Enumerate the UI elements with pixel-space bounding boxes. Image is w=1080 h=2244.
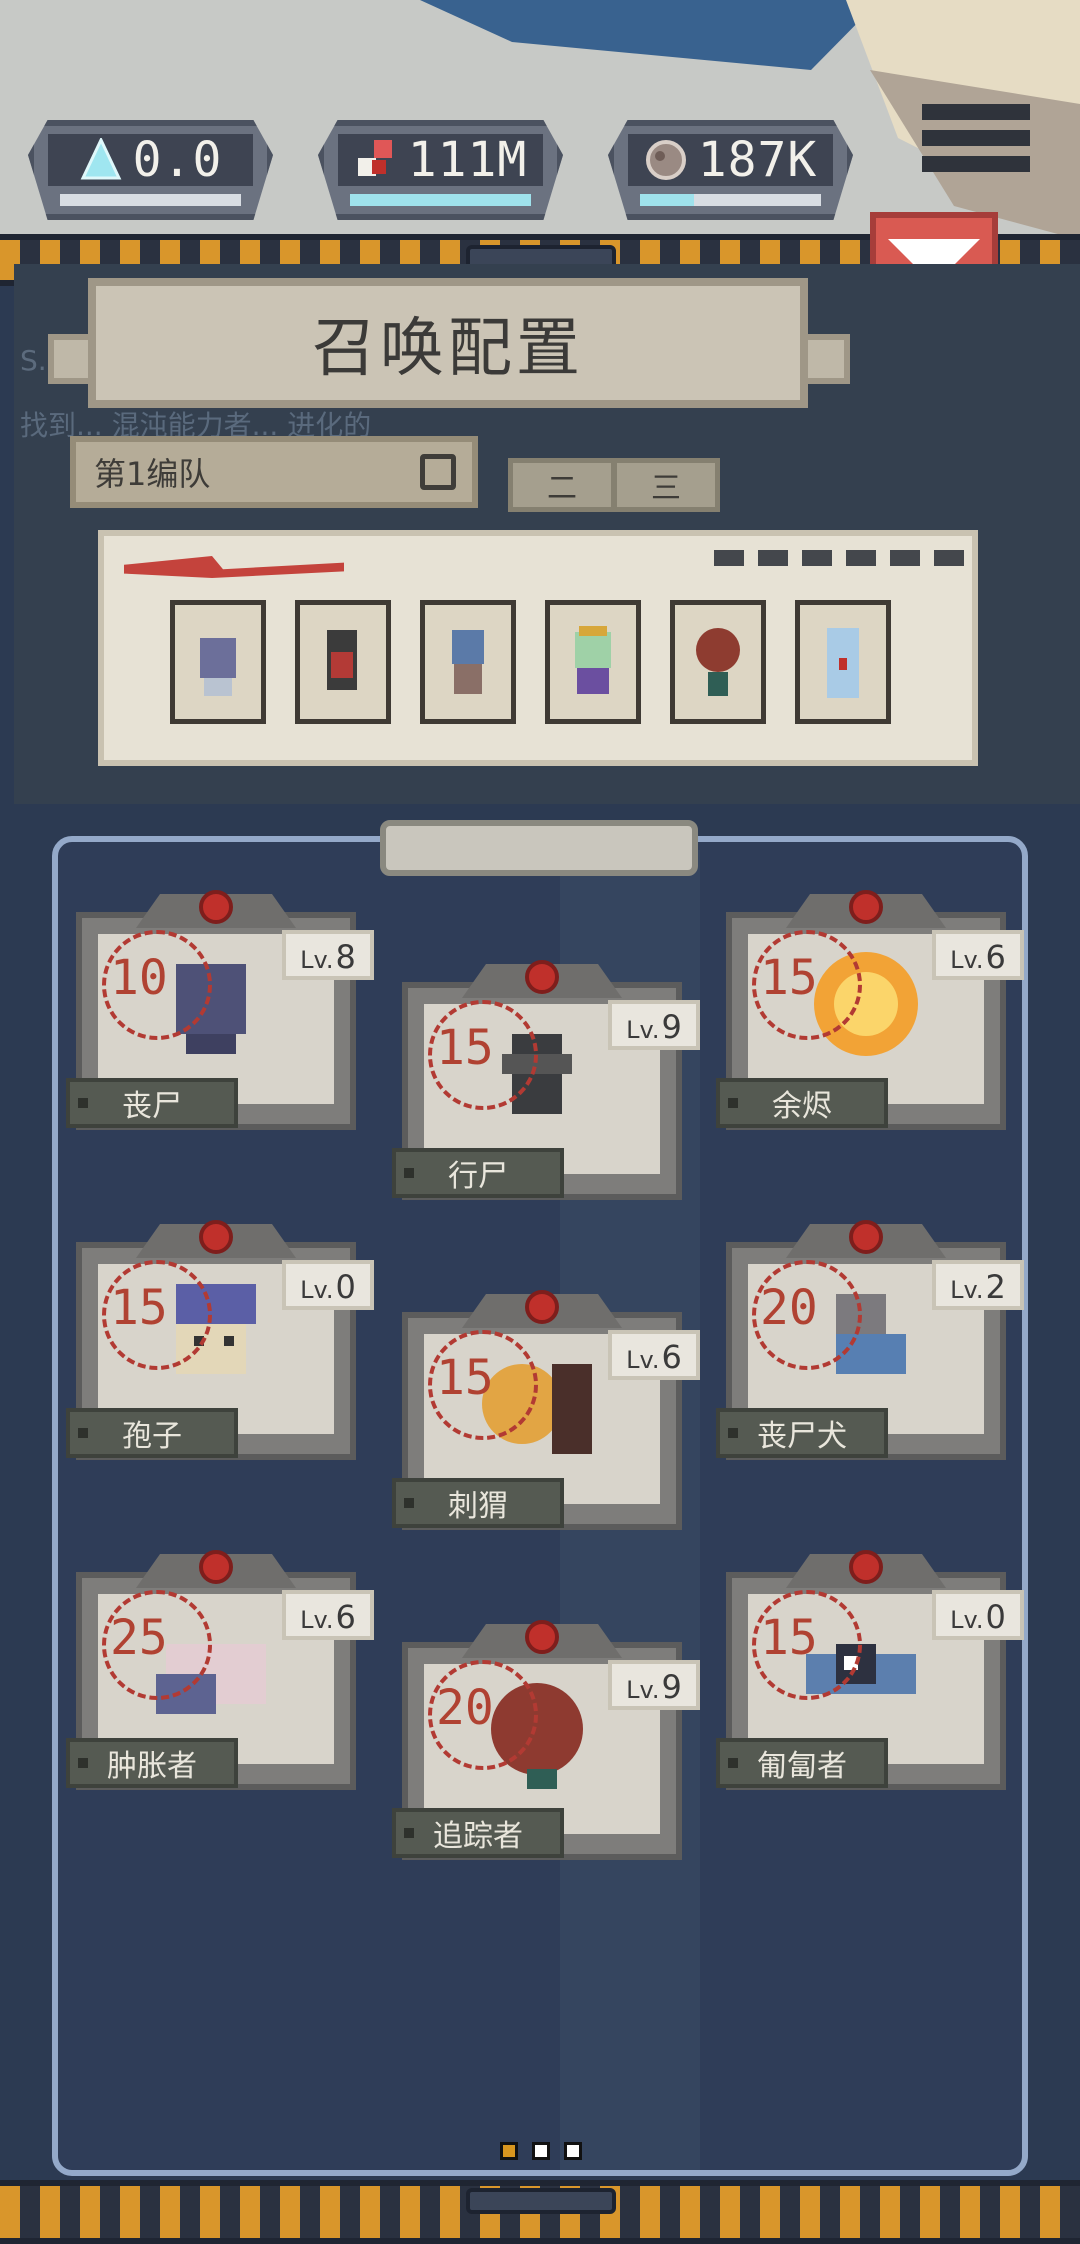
title-plate: 召唤配置 <box>88 278 808 408</box>
unit-cost: 20 <box>436 1680 494 1736</box>
blood-bar <box>350 194 531 206</box>
formation-dots <box>714 550 964 566</box>
team-tab-2[interactable]: 二 <box>508 458 616 512</box>
unit-level: Lv. 6 <box>932 930 1024 980</box>
unit-level: Lv. 9 <box>608 1660 700 1710</box>
page-indicator[interactable] <box>500 2142 582 2160</box>
unit-level: Lv. 8 <box>282 930 374 980</box>
unit-level: Lv. 2 <box>932 1260 1024 1310</box>
unit-level: Lv. 6 <box>608 1330 700 1380</box>
formation-slot[interactable] <box>670 600 766 724</box>
unit-card[interactable]: 15 Lv. 0 孢子 <box>66 1220 374 1460</box>
unit-card[interactable]: 10 Lv. 8 丧尸 <box>66 890 374 1130</box>
gem-icon <box>199 1550 233 1584</box>
unit-card[interactable]: 20 Lv. 9 追踪者 <box>392 1620 700 1860</box>
unit-name: 丧尸犬 <box>716 1408 888 1458</box>
page-dot[interactable] <box>532 2142 550 2160</box>
formation-slot[interactable] <box>170 600 266 724</box>
gem-icon <box>199 1220 233 1254</box>
formation-slot[interactable] <box>295 600 391 724</box>
unit-card[interactable]: 20 Lv. 2 丧尸犬 <box>716 1220 1024 1460</box>
page-dot[interactable] <box>500 2142 518 2160</box>
crystal-value: 0.0 <box>132 132 223 188</box>
unit-card[interactable]: 15 Lv. 6 余烬 <box>716 890 1024 1130</box>
unit-level: Lv. 0 <box>282 1260 374 1310</box>
unit-level: Lv. 0 <box>932 1590 1024 1640</box>
flesh-bar <box>640 194 821 206</box>
gem-icon <box>849 1220 883 1254</box>
red-decoration <box>124 556 344 578</box>
team-tab-3[interactable]: 三 <box>612 458 720 512</box>
unit-name: 行尸 <box>392 1148 564 1198</box>
unit-name: 追踪者 <box>392 1808 564 1858</box>
unit-card[interactable]: 15 Lv. 0 匍匐者 <box>716 1550 1024 1790</box>
unit-cost: 20 <box>760 1280 818 1336</box>
flesh-value: 187K <box>697 132 818 188</box>
unit-name: 肿胀者 <box>66 1738 238 1788</box>
unit-cost: 15 <box>436 1350 494 1406</box>
unit-cost: 15 <box>760 950 818 1006</box>
unit-name: 匍匐者 <box>716 1738 888 1788</box>
gem-icon <box>525 960 559 994</box>
gem-icon <box>849 890 883 924</box>
unit-name: 刺猬 <box>392 1478 564 1528</box>
unit-cost: 15 <box>760 1610 818 1666</box>
formation-slot[interactable] <box>545 600 641 724</box>
resource-crystal[interactable]: 0.0 <box>28 120 273 220</box>
drag-handle-bottom[interactable] <box>466 2188 616 2214</box>
page-title: 召唤配置 <box>312 312 584 386</box>
unit-cost: 25 <box>110 1610 168 1666</box>
blood-drop-icon <box>357 140 392 176</box>
formation-slot[interactable] <box>420 600 516 724</box>
crystal-icon <box>80 138 122 180</box>
gem-icon <box>849 1550 883 1584</box>
team-tab-label: 第1编队 <box>94 455 211 493</box>
unit-name: 丧尸 <box>66 1078 238 1128</box>
resource-flesh[interactable]: 187K <box>608 120 853 220</box>
unit-name: 余烬 <box>716 1078 888 1128</box>
unit-card[interactable]: 15 Lv. 6 刺猬 <box>392 1290 700 1530</box>
gem-icon <box>525 1290 559 1324</box>
unit-card[interactable]: 15 Lv. 9 行尸 <box>392 960 700 1200</box>
page-dot[interactable] <box>564 2142 582 2160</box>
flesh-icon <box>645 140 686 180</box>
unit-cost: 15 <box>436 1020 494 1076</box>
unit-level: Lv. 9 <box>608 1000 700 1050</box>
gem-icon <box>525 1620 559 1654</box>
hamburger-menu-icon[interactable] <box>922 104 1030 186</box>
blood-value: 111M <box>407 132 528 188</box>
unit-level: Lv. 6 <box>282 1590 374 1640</box>
edit-icon[interactable] <box>420 454 456 490</box>
unit-cost: 10 <box>110 950 168 1006</box>
gem-icon <box>199 890 233 924</box>
list-handle[interactable] <box>380 820 698 876</box>
unit-card[interactable]: 25 Lv. 6 肿胀者 <box>66 1550 374 1790</box>
team-tab-1[interactable]: 第1编队 <box>70 436 478 508</box>
resource-blood[interactable]: 111M <box>318 120 563 220</box>
unit-cost: 15 <box>110 1280 168 1336</box>
formation-slot[interactable] <box>795 600 891 724</box>
crystal-bar <box>60 194 241 206</box>
unit-name: 孢子 <box>66 1408 238 1458</box>
